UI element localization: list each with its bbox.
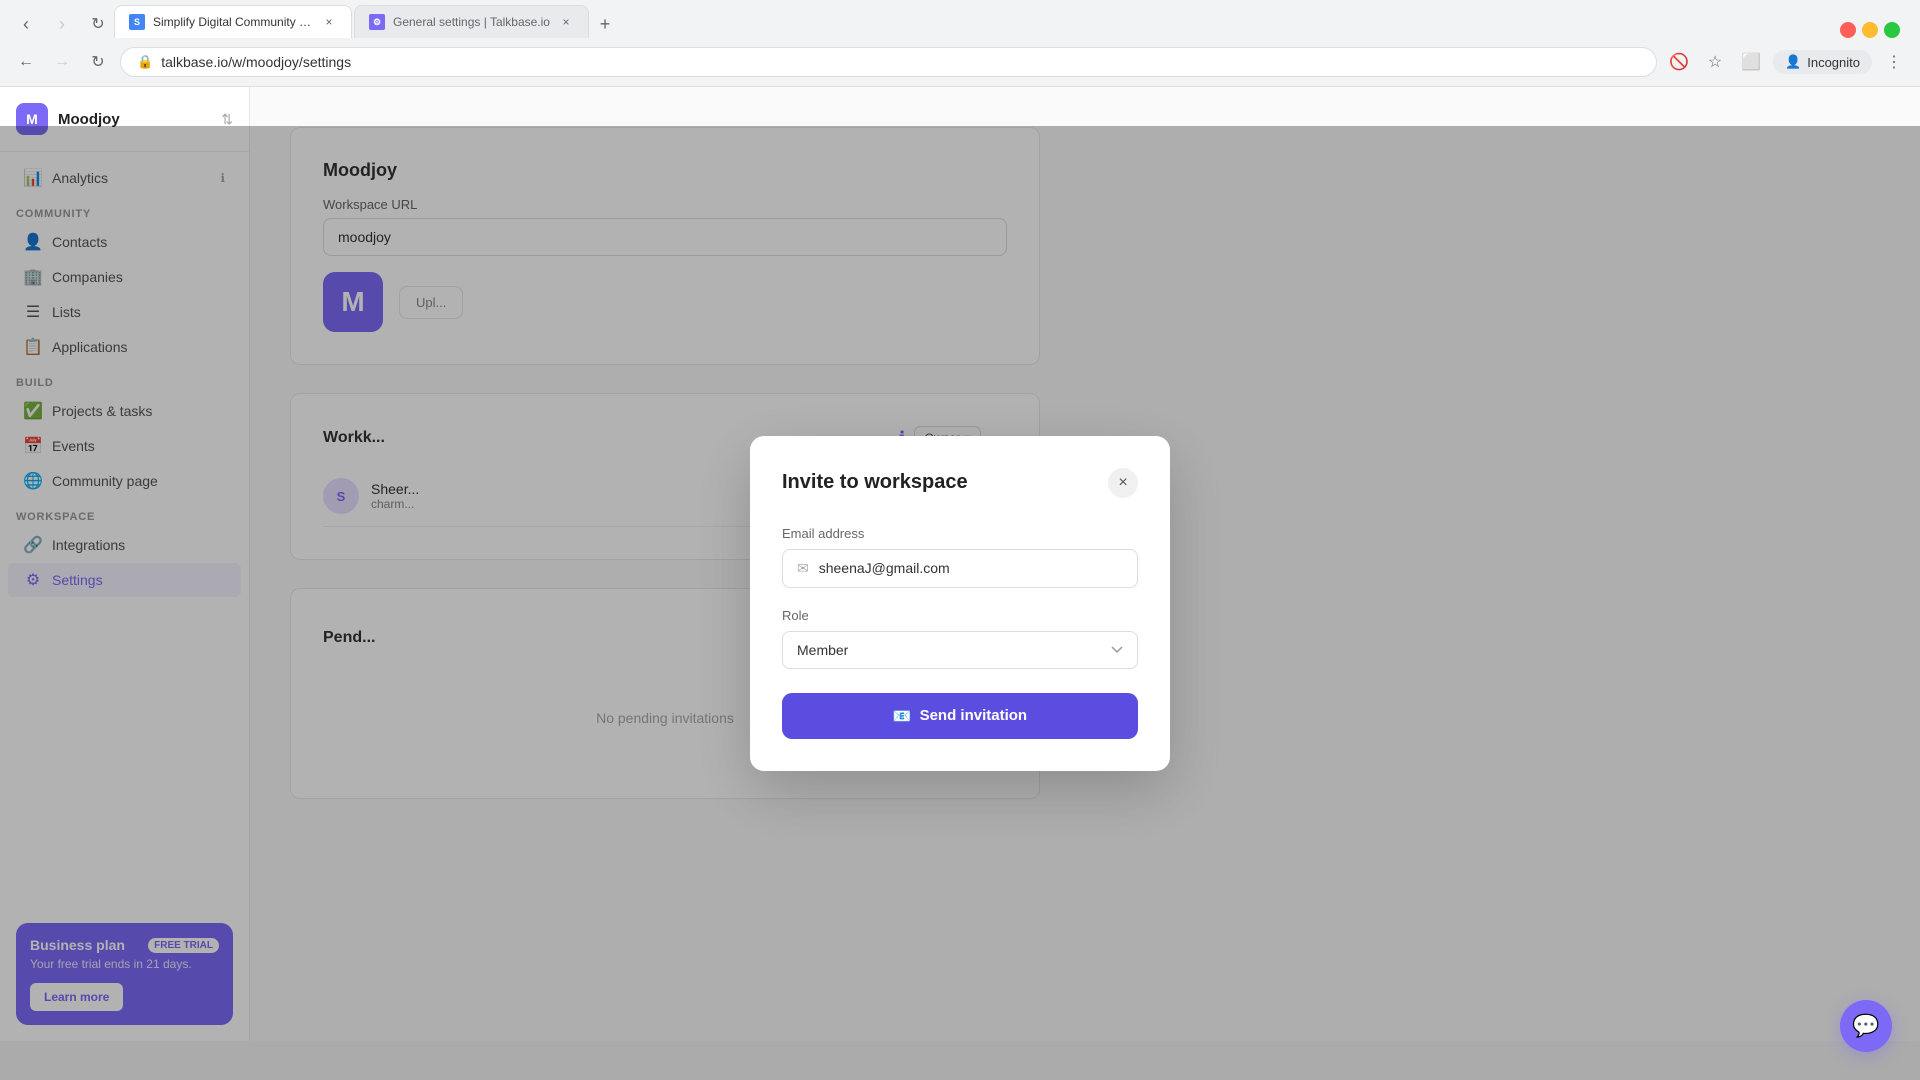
chat-bubble-icon: 💬 [1852, 1013, 1879, 1039]
modal-title: Invite to workspace [782, 471, 968, 494]
modal-header: Invite to workspace × [782, 468, 1138, 498]
incognito-label: Incognito [1807, 55, 1860, 70]
tab-2-favicon: ⚙ [369, 14, 385, 30]
tab-2[interactable]: ⚙ General settings | Talkbase.io × [354, 5, 589, 38]
tab-1-favicon: S [129, 14, 145, 30]
new-tab-button[interactable]: + [591, 10, 619, 38]
email-label: Email address [782, 526, 1138, 541]
browser-chrome: ‹ › ↻ S Simplify Digital Community Ma...… [0, 0, 1920, 87]
invite-modal: Invite to workspace × Email address ✉ Ro… [750, 436, 1170, 771]
back-button[interactable]: ‹ [12, 10, 40, 38]
role-label: Role [782, 608, 1138, 623]
side-panel-icon[interactable]: ⬜ [1737, 48, 1765, 76]
window-maximize-btn[interactable] [1884, 22, 1900, 38]
refresh-nav-button[interactable]: ↻ [84, 48, 112, 76]
url-bar[interactable]: 🔒 talkbase.io/w/moodjoy/settings [120, 47, 1657, 77]
email-envelope-icon: ✉ [797, 560, 809, 577]
send-btn-label: Send invitation [920, 707, 1028, 724]
url-text: talkbase.io/w/moodjoy/settings [161, 54, 351, 70]
chat-bubble-button[interactable]: 💬 [1840, 1000, 1892, 1052]
modal-close-button[interactable]: × [1108, 468, 1138, 498]
send-invitation-button[interactable]: 📧 Send invitation [782, 693, 1138, 739]
back-nav-button[interactable]: ← [12, 48, 40, 76]
window-minimize-btn[interactable] [1862, 22, 1878, 38]
refresh-button[interactable]: ↻ [84, 10, 112, 38]
role-select[interactable]: Member Admin Owner [782, 631, 1138, 669]
address-bar: ← → ↻ 🔒 talkbase.io/w/moodjoy/settings 🚫… [0, 38, 1920, 86]
tab-1-label: Simplify Digital Community Ma... [153, 15, 313, 29]
bookmark-icon[interactable]: ☆ [1701, 48, 1729, 76]
tabs-bar: ‹ › ↻ S Simplify Digital Community Ma...… [0, 0, 1920, 38]
window-close-btn[interactable] [1840, 22, 1856, 38]
expand-workspace-icon[interactable]: ⇅ [221, 111, 233, 128]
email-input[interactable] [819, 560, 1123, 576]
tab-2-close[interactable]: × [558, 14, 574, 30]
lock-icon: 🔒 [137, 54, 153, 70]
tab-2-label: General settings | Talkbase.io [393, 15, 550, 29]
tab-1-close[interactable]: × [321, 14, 337, 30]
workspace-name: Moodjoy [58, 111, 211, 128]
role-field-group: Role Member Admin Owner [782, 608, 1138, 669]
incognito-badge: 👤 Incognito [1773, 50, 1872, 74]
email-field-group: Email address ✉ [782, 526, 1138, 588]
window-controls: ‹ › ↻ [12, 10, 112, 38]
eye-slash-icon: 🚫 [1665, 48, 1693, 76]
forward-button[interactable]: › [48, 10, 76, 38]
incognito-icon: 👤 [1785, 54, 1801, 70]
email-input-wrap: ✉ [782, 549, 1138, 588]
tab-1[interactable]: S Simplify Digital Community Ma... × [114, 5, 352, 38]
forward-nav-button[interactable]: → [48, 48, 76, 76]
modal-overlay[interactable]: Invite to workspace × Email address ✉ Ro… [0, 126, 1920, 1080]
more-options-icon[interactable]: ⋮ [1880, 48, 1908, 76]
send-icon: 📧 [893, 707, 912, 725]
